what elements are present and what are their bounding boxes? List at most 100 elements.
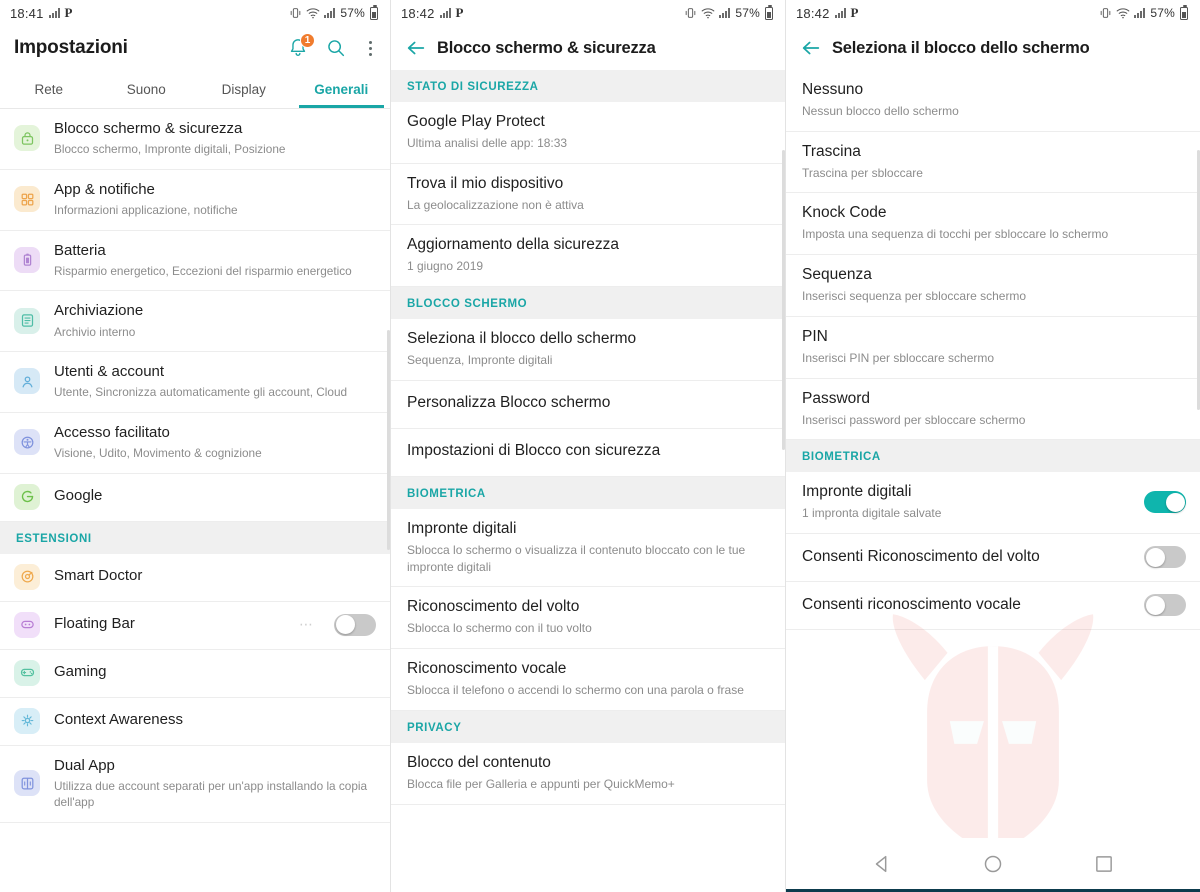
back-arrow-icon[interactable] xyxy=(405,37,427,59)
back-arrow-icon[interactable] xyxy=(800,37,822,59)
biometric-item-riconoscimento-volto[interactable]: Consenti Riconoscimento del volto xyxy=(786,534,1200,583)
list-item-google-play-protect[interactable]: Google Play Protect Ultima analisi delle… xyxy=(391,102,785,164)
lock-option-sequenza[interactable]: Sequenza Inserisci sequenza per sbloccar… xyxy=(786,255,1200,317)
biometric-item-riconoscimento-vocale[interactable]: Consenti riconoscimento vocale xyxy=(786,582,1200,631)
list-item-title: Personalizza Blocco schermo xyxy=(407,394,611,412)
home-circle-icon[interactable] xyxy=(982,853,1004,875)
battery-percent: 57% xyxy=(735,6,760,20)
apps-icon xyxy=(14,186,40,213)
list-item-personalizza-blocco-schermo[interactable]: Personalizza Blocco schermo xyxy=(391,380,785,429)
list-item-title: Blocco schermo & sicurezza xyxy=(54,120,243,137)
lock-option-trascina[interactable]: Trascina Trascina per sbloccare xyxy=(786,131,1200,194)
section-header-blocco-schermo: BLOCCO SCHERMO xyxy=(391,287,785,320)
floating-bar-toggle[interactable] xyxy=(334,613,376,636)
tab-rete[interactable]: Rete xyxy=(0,70,98,108)
search-icon[interactable] xyxy=(325,37,347,59)
list-item-context-awareness[interactable]: Context Awareness xyxy=(0,697,390,746)
signal-bars-icon xyxy=(439,8,451,18)
app-bar-left: Impostazioni 1 xyxy=(0,26,390,70)
list-item-riconoscimento-vocale[interactable]: Riconoscimento vocale Sblocca il telefon… xyxy=(391,649,785,711)
list-item-trova-il-mio-dispositivo[interactable]: Trova il mio dispositivo La geolocalizza… xyxy=(391,163,785,226)
section-header-biometrica: BIOMETRICA xyxy=(786,440,1200,473)
status-time: 18:42 xyxy=(401,5,435,21)
lock-option-knock-code[interactable]: Knock Code Imposta una sequenza di tocch… xyxy=(786,193,1200,256)
battery-percent: 57% xyxy=(1150,6,1175,20)
wifi-icon xyxy=(702,8,715,19)
list-item-aggiornamento-sicurezza[interactable]: Aggiornamento della sicurezza 1 giugno 2… xyxy=(391,225,785,288)
signal-bars-icon xyxy=(834,8,846,18)
list-item-batteria[interactable]: Batteria Risparmio energetico, Eccezioni… xyxy=(0,230,390,292)
smart-doctor-icon xyxy=(14,563,40,590)
overflow-menu-icon[interactable] xyxy=(363,39,378,58)
voice-recognition-toggle[interactable] xyxy=(1144,594,1186,617)
floating-bar-ellipsis-icon[interactable]: ⋯ xyxy=(299,616,314,633)
list-item-title: Google Play Protect xyxy=(407,113,545,130)
face-recognition-toggle[interactable] xyxy=(1144,546,1186,569)
list-item-archiviazione[interactable]: Archiviazione Archivio interno xyxy=(0,291,390,353)
list-item-title: App & notifiche xyxy=(54,180,155,198)
battery-icon xyxy=(1180,4,1188,20)
list-item-floating-bar[interactable]: Floating Bar ⋯ xyxy=(0,601,390,650)
list-item-smart-doctor[interactable]: Smart Doctor xyxy=(0,553,390,602)
status-time: 18:42 xyxy=(796,5,830,21)
list-item-seleziona-blocco-schermo[interactable]: Seleziona il blocco dello schermo Sequen… xyxy=(391,319,785,381)
back-triangle-icon[interactable] xyxy=(871,853,893,875)
accessibility-icon xyxy=(14,429,40,456)
tab-suono[interactable]: Suono xyxy=(98,70,196,108)
list-item-title: Consenti Riconoscimento del volto xyxy=(802,547,1040,565)
notifications-bell-button[interactable]: 1 xyxy=(287,33,315,59)
list-item-title: Archiviazione xyxy=(54,302,144,320)
wifi-icon xyxy=(307,8,320,19)
list-item-subtitle: Sequenza, Impronte digitali xyxy=(407,353,553,368)
carrier-glyph: P xyxy=(64,5,73,20)
list-item-subtitle: Imposta una sequenza di tocchi per sbloc… xyxy=(802,227,1109,242)
wifi-icon xyxy=(1117,8,1130,19)
person-icon xyxy=(14,368,40,395)
list-item-utenti-account[interactable]: Utenti & account Utente, Sincronizza aut… xyxy=(0,352,390,413)
fingerprint-toggle[interactable] xyxy=(1144,491,1186,514)
lock-option-nessuno[interactable]: Nessuno Nessun blocco dello schermo xyxy=(786,70,1200,132)
settings-list-left: Blocco schermo & sicurezza Blocco scherm… xyxy=(0,109,390,823)
app-bar-right: Seleziona il blocco dello schermo xyxy=(786,26,1200,70)
vibrate-icon xyxy=(686,8,696,18)
select-screen-lock-screen: 18:42 P 57% Seleziona il blocco dello sc… xyxy=(785,0,1200,892)
list-item-google[interactable]: Google xyxy=(0,473,390,522)
list-item-blocco-schermo-sicurezza[interactable]: Blocco schermo & sicurezza Blocco scherm… xyxy=(0,109,390,170)
tab-display[interactable]: Display xyxy=(195,70,293,108)
list-item-impronte-digitali[interactable]: Impronte digitali Sblocca lo schermo o v… xyxy=(391,508,785,588)
list-item-riconoscimento-del-volto[interactable]: Riconoscimento del volto Sblocca lo sche… xyxy=(391,587,785,650)
list-item-subtitle: 1 impronta digitale salvate xyxy=(802,506,942,521)
status-time: 18:41 xyxy=(10,5,44,21)
list-item-subtitle: Nessun blocco dello schermo xyxy=(802,103,959,118)
battery-icon xyxy=(765,4,773,20)
carrier-glyph: P xyxy=(850,5,859,20)
lock-icon xyxy=(14,125,40,152)
list-item-subtitle: Sblocca lo schermo con il tuo volto xyxy=(407,621,592,636)
recents-square-icon[interactable] xyxy=(1093,853,1115,875)
list-item-blocco-del-contenuto[interactable]: Blocco del contenuto Blocca file per Gal… xyxy=(391,742,785,805)
list-item-title: Consenti riconoscimento vocale xyxy=(802,595,1021,613)
lock-screen-security-screen: 18:42 P 57% Blocco schermo & sicurezza S… xyxy=(390,0,785,892)
section-header-biometrica: BIOMETRICA xyxy=(391,476,785,509)
list-item-gaming[interactable]: Gaming xyxy=(0,649,390,698)
tab-generali[interactable]: Generali xyxy=(293,70,391,108)
list-item-subtitle: Blocco schermo, Impronte digitali, Posiz… xyxy=(54,142,286,157)
list-item-impostazioni-blocco-con-sicurezza[interactable]: Impostazioni di Blocco con sicurezza xyxy=(391,428,785,477)
list-item-subtitle: Inserisci PIN per sbloccare schermo xyxy=(802,350,995,365)
section-header-privacy: PRIVACY xyxy=(391,710,785,743)
list-item-subtitle: Visione, Udito, Movimento & cognizione xyxy=(54,446,262,461)
list-item-accesso-facilitato[interactable]: Accesso facilitato Visione, Udito, Movim… xyxy=(0,412,390,474)
vibrate-icon xyxy=(291,8,301,18)
lock-option-pin[interactable]: PIN Inserisci PIN per sbloccare schermo xyxy=(786,316,1200,379)
list-item-subtitle: Ultima analisi delle app: 18:33 xyxy=(407,135,568,150)
cellular-icon xyxy=(719,8,731,18)
three-phone-screenshots: 18:41 P 57% Impostazioni 1 Rete Suono Di… xyxy=(0,0,1200,892)
gaming-icon xyxy=(14,659,40,686)
lock-option-password[interactable]: Password Inserisci password per sbloccar… xyxy=(786,378,1200,441)
biometric-item-impronte-digitali[interactable]: Impronte digitali 1 impronta digitale sa… xyxy=(786,472,1200,535)
list-item-subtitle: Utente, Sincronizza automaticamente gli … xyxy=(54,385,348,400)
list-item-app-notifiche[interactable]: App & notifiche Informazioni applicazion… xyxy=(0,169,390,231)
list-item-title: Sequenza xyxy=(802,266,872,284)
status-bar-right: 18:42 P 57% xyxy=(786,0,1200,26)
list-item-dual-app[interactable]: Dual App Utilizza due account separati p… xyxy=(0,745,390,823)
